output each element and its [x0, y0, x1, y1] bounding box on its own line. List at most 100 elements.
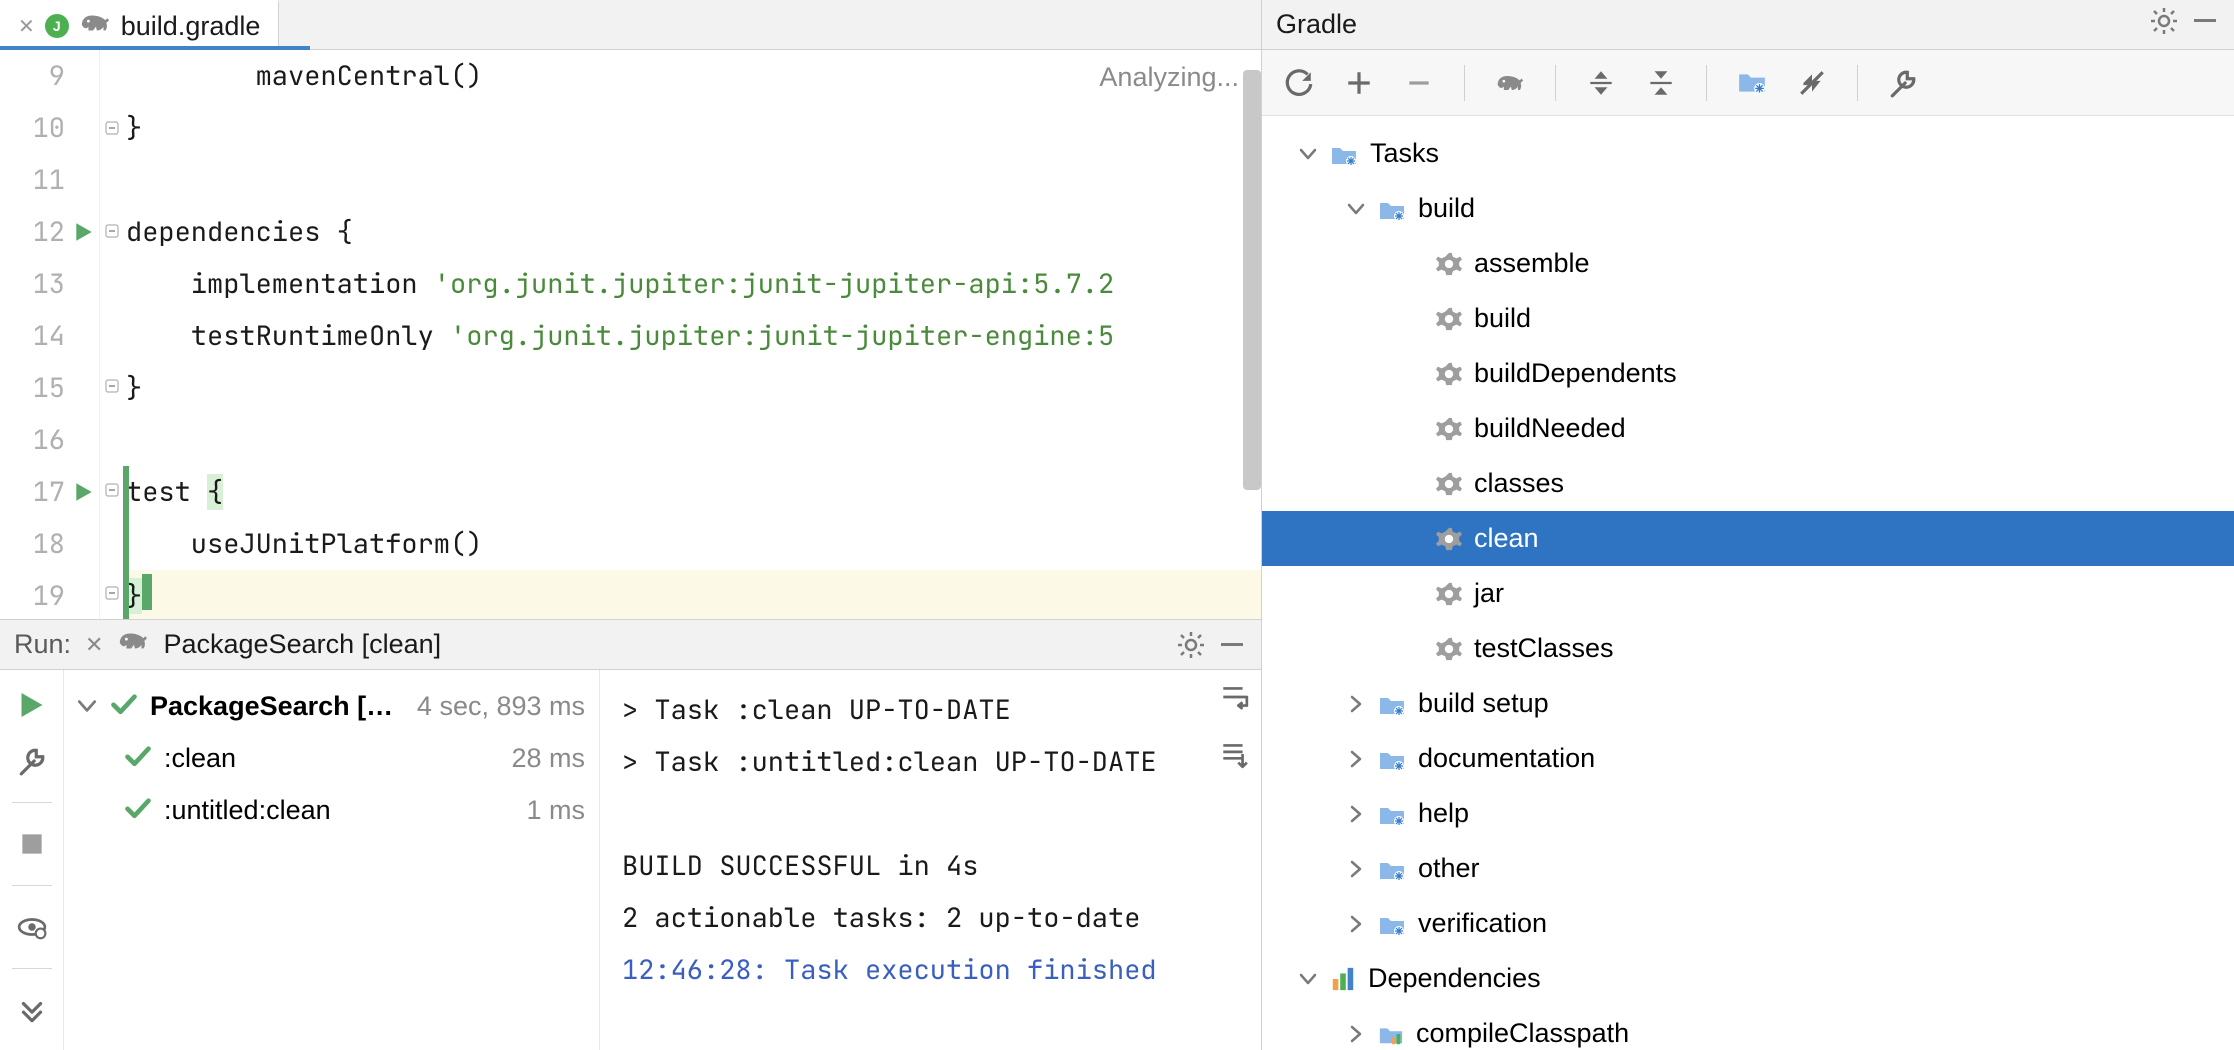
fold-cell[interactable]	[100, 102, 124, 154]
gradle-tool-window: Gradle TasksbuildassemblebuildbuildDepen…	[1262, 0, 2234, 1050]
code-line[interactable]: dependencies {	[124, 206, 1261, 258]
chevron-down-icon[interactable]	[1298, 969, 1318, 989]
gutter-line[interactable]: 18	[0, 518, 99, 570]
close-icon[interactable]: ✕	[85, 632, 103, 658]
gradle-task-buildDependents[interactable]: buildDependents	[1262, 346, 2234, 401]
code-line[interactable]: mavenCentral()	[124, 50, 1261, 102]
editor[interactable]: 910111213141516171819 mavenCentral()} dep…	[0, 50, 1261, 619]
gutter-line[interactable]: 13	[0, 258, 99, 310]
fold-cell[interactable]	[100, 205, 124, 257]
chevron-right-icon[interactable]	[1346, 804, 1366, 824]
project-structure-icon[interactable]	[1737, 68, 1767, 98]
run-gutter-icon[interactable]	[73, 221, 95, 243]
collapse-all-icon[interactable]	[1646, 68, 1676, 98]
gradle-task-clean[interactable]: clean	[1262, 511, 2234, 566]
code-line[interactable]: implementation 'org.junit.jupiter:junit-…	[124, 258, 1261, 310]
stop-icon[interactable]	[17, 829, 47, 859]
gutter-line[interactable]: 9	[0, 50, 99, 102]
run-tree-row[interactable]: :untitled:clean1 ms	[70, 784, 593, 836]
chevron-down-icon[interactable]	[76, 695, 98, 717]
run-console[interactable]: > Task :clean UP-TO-DATE> Task :untitled…	[600, 670, 1261, 1050]
fold-cell[interactable]	[100, 153, 124, 205]
minimize-icon[interactable]	[1219, 631, 1247, 659]
gutter-line[interactable]: 14	[0, 310, 99, 362]
vertical-scrollbar[interactable]	[1243, 70, 1261, 490]
soft-wrap-icon[interactable]	[1219, 682, 1249, 721]
code-line[interactable]: }	[124, 362, 1261, 414]
gutter-line[interactable]: 12	[0, 206, 99, 258]
gradle-task-assemble[interactable]: assemble	[1262, 236, 2234, 291]
gutter-line[interactable]: 19	[0, 570, 99, 619]
gutter-line[interactable]: 10	[0, 102, 99, 154]
gradle-node-build[interactable]: build	[1262, 181, 2234, 236]
chevron-right-icon[interactable]	[1346, 1024, 1366, 1044]
chevron-down-icon[interactable]	[1298, 144, 1318, 164]
fold-cell[interactable]	[100, 567, 124, 619]
add-icon[interactable]	[1344, 68, 1374, 98]
fold-cell[interactable]	[100, 412, 124, 464]
minimize-icon[interactable]	[2192, 7, 2220, 42]
close-icon[interactable]: ✕	[18, 14, 35, 39]
remove-icon[interactable]	[1404, 68, 1434, 98]
gutter-line[interactable]: 11	[0, 154, 99, 206]
fold-cell[interactable]	[100, 309, 124, 361]
chevron-right-icon[interactable]	[1346, 914, 1366, 934]
wrench-icon[interactable]	[1888, 68, 1918, 98]
gear-icon[interactable]	[2150, 7, 2178, 42]
code-line[interactable]	[124, 154, 1261, 206]
run-task-tree[interactable]: PackageSearch [clean]4 sec, 893 ms:clean…	[64, 670, 600, 1050]
wrench-icon[interactable]	[17, 746, 47, 776]
code-line[interactable]: }	[124, 102, 1261, 154]
fold-cell[interactable]	[100, 360, 124, 412]
expand-all-icon[interactable]	[1586, 68, 1616, 98]
gutter-line[interactable]: 15	[0, 362, 99, 414]
code-line[interactable]: testRuntimeOnly 'org.junit.jupiter:junit…	[124, 310, 1261, 362]
run-config-title[interactable]: PackageSearch [clean]	[163, 629, 441, 660]
gradle-node-build-setup[interactable]: build setup	[1262, 676, 2234, 731]
fold-cell[interactable]	[100, 516, 124, 568]
editor-code-area[interactable]: mavenCentral()} dependencies { implementa…	[124, 50, 1261, 619]
run-gutter-icon[interactable]	[73, 481, 95, 503]
chevron-down-icon[interactable]	[1346, 199, 1366, 219]
gradle-elephant-icon[interactable]	[1495, 68, 1525, 98]
fold-cell[interactable]	[100, 257, 124, 309]
code-line[interactable]: }	[124, 570, 1261, 619]
code-line[interactable]: test {	[124, 466, 1261, 518]
refresh-icon[interactable]	[1284, 68, 1314, 98]
chevron-right-icon[interactable]	[1346, 694, 1366, 714]
run-tree-row[interactable]: PackageSearch [clean]4 sec, 893 ms	[70, 680, 593, 732]
gradle-node-label: Dependencies	[1368, 963, 1541, 994]
gradle-task-build[interactable]: build	[1262, 291, 2234, 346]
code-line[interactable]	[124, 414, 1261, 466]
gradle-task-classes[interactable]: classes	[1262, 456, 2234, 511]
gutter-line[interactable]: 16	[0, 414, 99, 466]
rerun-icon[interactable]	[17, 690, 47, 720]
gradle-node-help[interactable]: help	[1262, 786, 2234, 841]
gradle-node-verification[interactable]: verification	[1262, 896, 2234, 951]
offline-mode-icon[interactable]	[1797, 68, 1827, 98]
run-tree-row[interactable]: :clean28 ms	[70, 732, 593, 784]
watch-icon[interactable]	[17, 912, 47, 942]
code-line[interactable]: useJUnitPlatform()	[124, 518, 1261, 570]
gradle-task-testClasses[interactable]: testClasses	[1262, 621, 2234, 676]
gradle-node-documentation[interactable]: documentation	[1262, 731, 2234, 786]
editor-gutter[interactable]: 910111213141516171819	[0, 50, 100, 619]
gradle-task-jar[interactable]: jar	[1262, 566, 2234, 621]
fold-cell[interactable]	[100, 50, 124, 102]
gradle-node-other[interactable]: other	[1262, 841, 2234, 896]
gradle-node-compileClasspath[interactable]: compileClasspath	[1262, 1006, 2234, 1050]
gutter-line[interactable]: 17	[0, 466, 99, 518]
scroll-to-end-icon[interactable]	[1219, 739, 1249, 778]
chevron-right-icon[interactable]	[1346, 859, 1366, 879]
gradle-node-Dependencies[interactable]: Dependencies	[1262, 951, 2234, 1006]
gradle-node-Tasks[interactable]: Tasks	[1262, 126, 2234, 181]
fold-cell[interactable]	[100, 464, 124, 516]
editor-tab-label: build.gradle	[121, 11, 261, 42]
gradle-task-buildNeeded[interactable]: buildNeeded	[1262, 401, 2234, 456]
gear-icon[interactable]	[1177, 631, 1205, 659]
editor-tab-build-gradle[interactable]: ✕ J build.gradle	[0, 0, 279, 49]
editor-fold-column[interactable]	[100, 50, 124, 619]
gradle-tree[interactable]: TasksbuildassemblebuildbuildDependentsbu…	[1262, 116, 2234, 1050]
chevron-right-icon[interactable]	[1346, 749, 1366, 769]
more-icon[interactable]	[17, 995, 47, 1025]
